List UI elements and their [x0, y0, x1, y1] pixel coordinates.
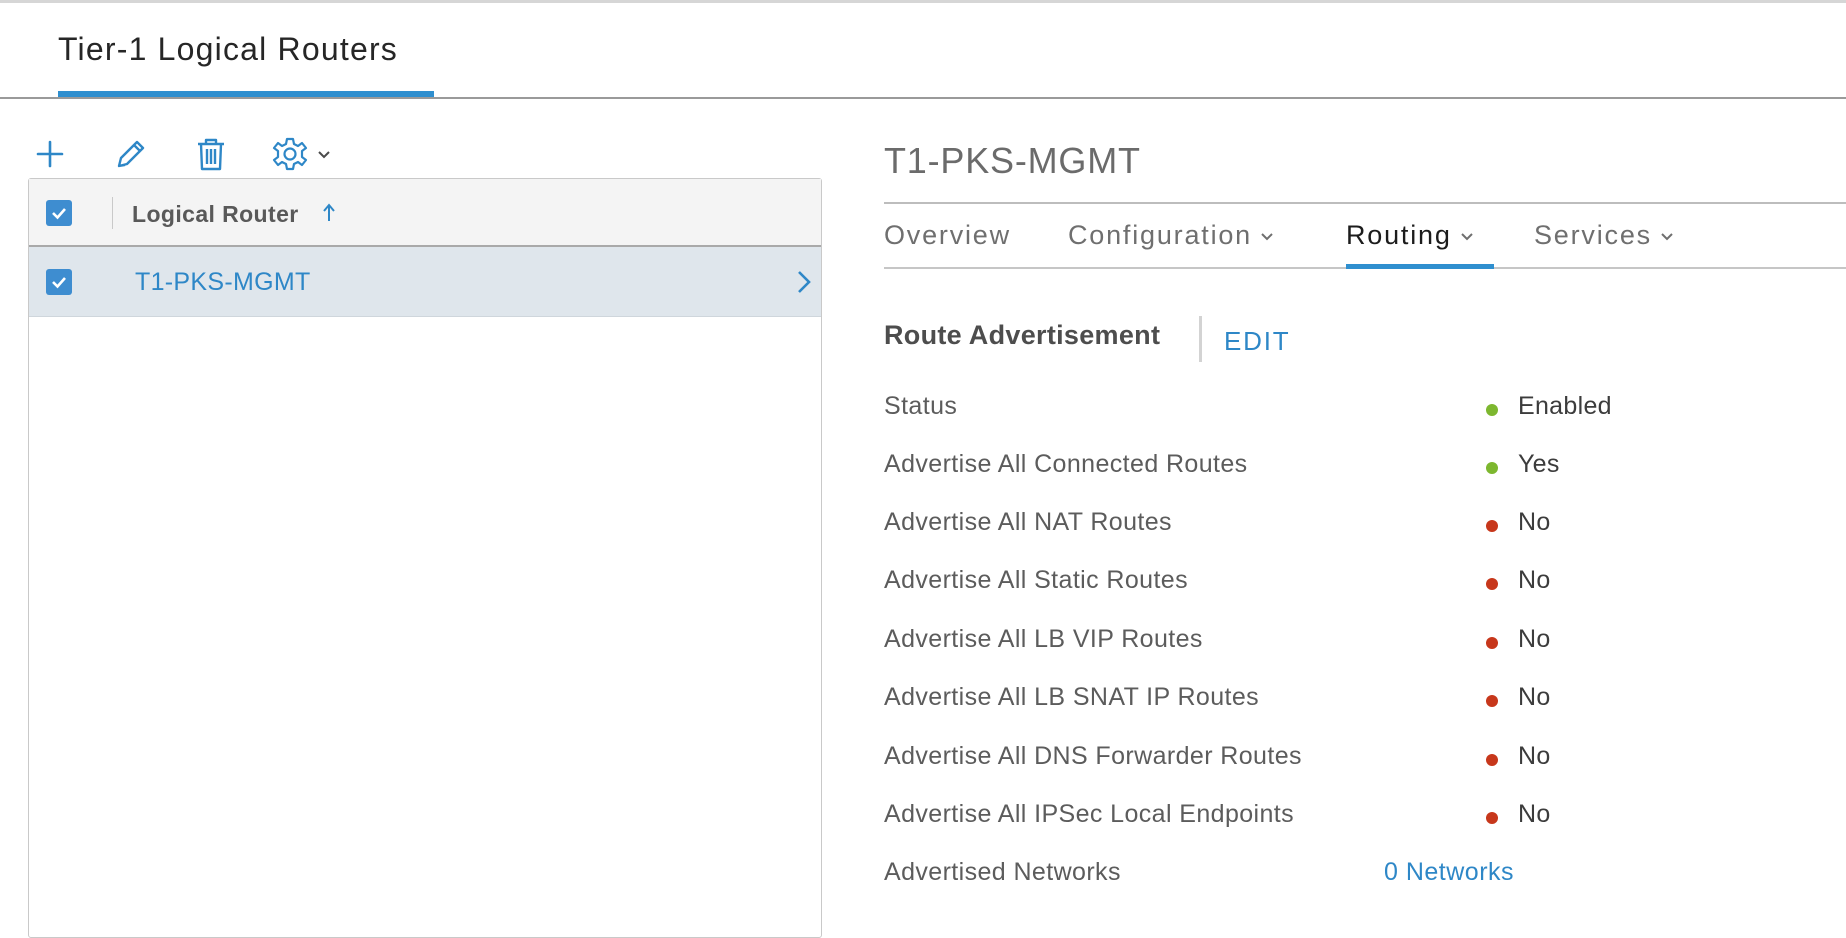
property-value: No [1518, 742, 1551, 770]
router-name-link[interactable]: T1-PKS-MGMT [135, 268, 311, 297]
status-dot [1486, 404, 1498, 416]
status-dot [1486, 462, 1498, 474]
tab-routing[interactable]: Routing [1346, 220, 1474, 251]
property-value: No [1518, 566, 1551, 594]
section-title: Route Advertisement [884, 320, 1161, 350]
property-value: No [1518, 800, 1551, 828]
gear-icon [272, 137, 308, 171]
tab-services[interactable]: Services [1534, 220, 1674, 251]
row-checkbox[interactable] [46, 269, 72, 295]
property-row-ipsec-endpoints: Advertise All IPSec Local Endpoints No [884, 800, 1846, 840]
chevron-down-icon [1661, 233, 1673, 241]
property-value: Enabled [1518, 392, 1612, 420]
property-value: No [1518, 625, 1551, 653]
property-value: No [1518, 683, 1551, 711]
chevron-right-icon[interactable] [795, 269, 813, 295]
property-row-advertised-networks: Advertised Networks 0 Networks [884, 858, 1846, 898]
property-value: No [1518, 508, 1551, 536]
property-row-dns-forwarder-routes: Advertise All DNS Forwarder Routes No [884, 742, 1846, 782]
title-divider [884, 202, 1846, 204]
edit-button[interactable]: EDIT [1224, 326, 1290, 357]
property-row-lb-vip-routes: Advertise All LB VIP Routes No [884, 625, 1846, 665]
sort-ascending-icon[interactable] [319, 201, 339, 225]
status-dot [1486, 637, 1498, 649]
advertised-networks-link[interactable]: 0 Networks [1384, 858, 1514, 887]
chevron-down-icon [318, 151, 330, 159]
property-label: Advertised Networks [884, 858, 1121, 886]
active-tab-indicator [58, 91, 434, 97]
tab-label: Routing [1346, 220, 1452, 250]
tab-tier1-logical-routers[interactable]: Tier-1 Logical Routers [58, 31, 398, 68]
header-divider [112, 197, 113, 229]
detail-tabs: Overview Configuration Routing Services [884, 210, 1846, 270]
status-dot [1486, 754, 1498, 766]
tab-overview[interactable]: Overview [884, 220, 1011, 251]
property-label: Advertise All LB SNAT IP Routes [884, 683, 1260, 711]
add-button[interactable] [30, 134, 70, 174]
plus-icon [36, 140, 64, 168]
tab-label: Configuration [1068, 220, 1253, 250]
pencil-icon [117, 140, 145, 168]
status-dot [1486, 695, 1498, 707]
trash-icon [198, 138, 224, 171]
edit-button[interactable] [110, 134, 150, 174]
status-dot [1486, 578, 1498, 590]
property-row-lb-snat-routes: Advertise All LB SNAT IP Routes No [884, 683, 1846, 723]
property-label: Advertise All DNS Forwarder Routes [884, 742, 1302, 770]
chevron-down-icon [1460, 233, 1473, 241]
column-header-logical-router[interactable]: Logical Router [132, 201, 299, 228]
property-row-connected-routes: Advertise All Connected Routes Yes [884, 450, 1846, 490]
select-all-checkbox[interactable] [46, 200, 72, 226]
table-row[interactable]: T1-PKS-MGMT [29, 247, 821, 317]
section-divider [1199, 316, 1202, 362]
property-value: Yes [1518, 450, 1560, 478]
logical-routers-grid: Logical Router T1-PKS-MGMT [28, 178, 822, 938]
settings-menu-button[interactable] [270, 134, 340, 174]
page-tab-bar: Tier-1 Logical Routers [0, 3, 1846, 99]
detail-title: T1-PKS-MGMT [884, 140, 1141, 181]
chevron-down-icon [1261, 233, 1273, 241]
tab-configuration[interactable]: Configuration [1068, 220, 1274, 251]
property-row-status: Status Enabled [884, 392, 1846, 432]
property-label: Advertise All Static Routes [884, 566, 1188, 594]
property-row-nat-routes: Advertise All NAT Routes No [884, 508, 1846, 548]
property-label: Advertise All IPSec Local Endpoints [884, 800, 1295, 828]
checkmark-icon [52, 277, 66, 289]
property-label: Advertise All NAT Routes [884, 508, 1172, 536]
property-label: Advertise All Connected Routes [884, 450, 1248, 478]
property-row-static-routes: Advertise All Static Routes No [884, 566, 1846, 606]
tab-label: Overview [884, 220, 1011, 250]
tab-label: Services [1534, 220, 1652, 250]
property-label: Advertise All LB VIP Routes [884, 625, 1203, 653]
property-label: Status [884, 392, 958, 420]
delete-button[interactable] [191, 134, 231, 174]
active-subtab-indicator [1346, 264, 1494, 269]
grid-header: Logical Router [29, 179, 821, 247]
checkmark-icon [52, 208, 66, 220]
status-dot [1486, 520, 1498, 532]
status-dot [1486, 812, 1498, 824]
